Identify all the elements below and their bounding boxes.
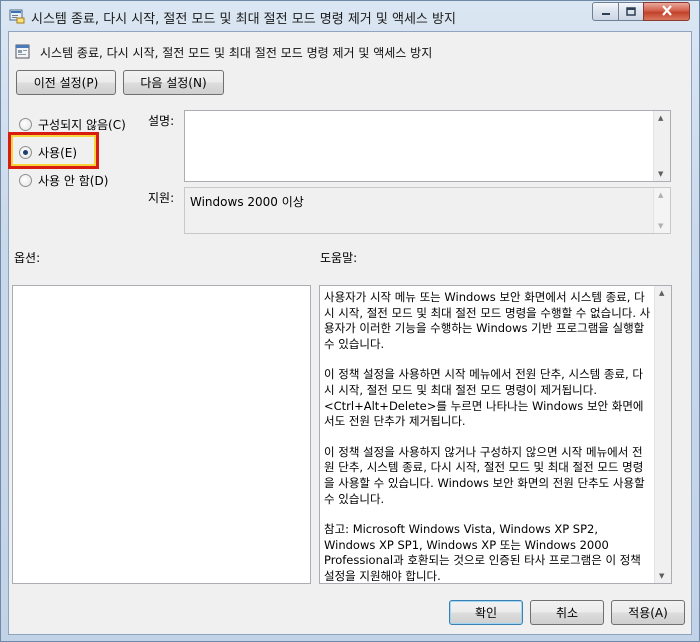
help-text-panel[interactable]: 사용자가 시작 메뉴 또는 Windows 보안 화면에서 시스템 종료, 다시… [319, 285, 672, 584]
radio-not-configured-label: 구성되지 않음(C) [38, 118, 126, 132]
cancel-button[interactable]: 취소 [530, 600, 604, 625]
help-scrollbar[interactable]: ▲ ▼ [654, 286, 671, 583]
policy-editor-icon [9, 8, 25, 24]
comment-scrollbar[interactable]: ▲ ▼ [653, 111, 670, 181]
supported-scrollbar[interactable]: ▲ ▼ [653, 188, 670, 233]
policy-setting-icon [15, 44, 31, 60]
radio-disabled-circle[interactable] [19, 174, 32, 187]
scroll-up-icon[interactable]: ▲ [659, 289, 664, 297]
close-button[interactable] [643, 2, 690, 21]
previous-setting-button[interactable]: 이전 설정(P) [16, 70, 116, 95]
maximize-icon [626, 5, 636, 19]
apply-button[interactable]: 적용(A) [611, 600, 685, 625]
dialog-body: 시스템 종료, 다시 시작, 절전 모드 및 최대 절전 모드 명령 제거 및 … [8, 31, 692, 635]
help-paragraph: 사용자가 시작 메뉴 또는 Windows 보안 화면에서 시스템 종료, 다시… [324, 290, 651, 351]
window-title: 시스템 종료, 다시 시작, 절전 모드 및 최대 절전 모드 명령 제거 및 … [31, 12, 456, 27]
maximize-button[interactable] [618, 2, 644, 21]
comment-label: 설명: [148, 114, 175, 128]
policy-name-heading: 시스템 종료, 다시 시작, 절전 모드 및 최대 절전 모드 명령 제거 및 … [40, 46, 433, 60]
close-icon [661, 4, 673, 19]
radio-enabled-label: 사용(E) [38, 146, 78, 160]
minimize-icon [601, 5, 611, 19]
radio-disabled-label: 사용 안 함(D) [38, 174, 109, 188]
supported-on-value: Windows 2000 이상 [190, 195, 304, 209]
title-bar[interactable]: 시스템 종료, 다시 시작, 절전 모드 및 최대 절전 모드 명령 제거 및 … [1, 1, 699, 31]
minimize-button[interactable] [592, 2, 619, 21]
supported-label: 지원: [148, 191, 175, 205]
options-panel [12, 285, 311, 584]
supported-on-field: Windows 2000 이상 ▲ ▼ [184, 187, 671, 234]
comment-textarea[interactable]: ▲ ▼ [184, 110, 671, 182]
scroll-down-icon[interactable]: ▼ [659, 572, 664, 580]
next-setting-button[interactable]: 다음 설정(N) [123, 70, 224, 95]
policy-dialog-window: 시스템 종료, 다시 시작, 절전 모드 및 최대 절전 모드 명령 제거 및 … [0, 0, 700, 642]
ok-button[interactable]: 확인 [449, 600, 523, 625]
scroll-up-icon[interactable]: ▲ [658, 191, 663, 199]
help-paragraph: 참고: Microsoft Windows Vista, Windows XP … [324, 522, 641, 583]
options-label: 옵션: [14, 251, 41, 265]
help-paragraph: 이 정책 설정을 사용하면 시작 메뉴에서 전원 단추, 시스템 종료, 다시 … [324, 367, 644, 429]
scroll-down-icon[interactable]: ▼ [658, 222, 663, 230]
help-label: 도움말: [320, 251, 358, 265]
radio-enabled[interactable]: 사용(E) [19, 144, 77, 161]
scroll-up-icon[interactable]: ▲ [658, 114, 663, 122]
help-paragraph: 이 정책 설정을 사용하지 않거나 구성하지 않으면 시작 메뉴에서 전원 단추… [324, 444, 645, 506]
radio-not-configured[interactable]: 구성되지 않음(C) [19, 116, 126, 133]
scroll-down-icon[interactable]: ▼ [658, 170, 663, 178]
help-text-content: 사용자가 시작 메뉴 또는 Windows 보안 화면에서 시스템 종료, 다시… [324, 290, 651, 600]
radio-disabled[interactable]: 사용 안 함(D) [19, 172, 108, 189]
radio-not-configured-circle[interactable] [19, 118, 32, 131]
radio-enabled-circle[interactable] [19, 146, 32, 159]
